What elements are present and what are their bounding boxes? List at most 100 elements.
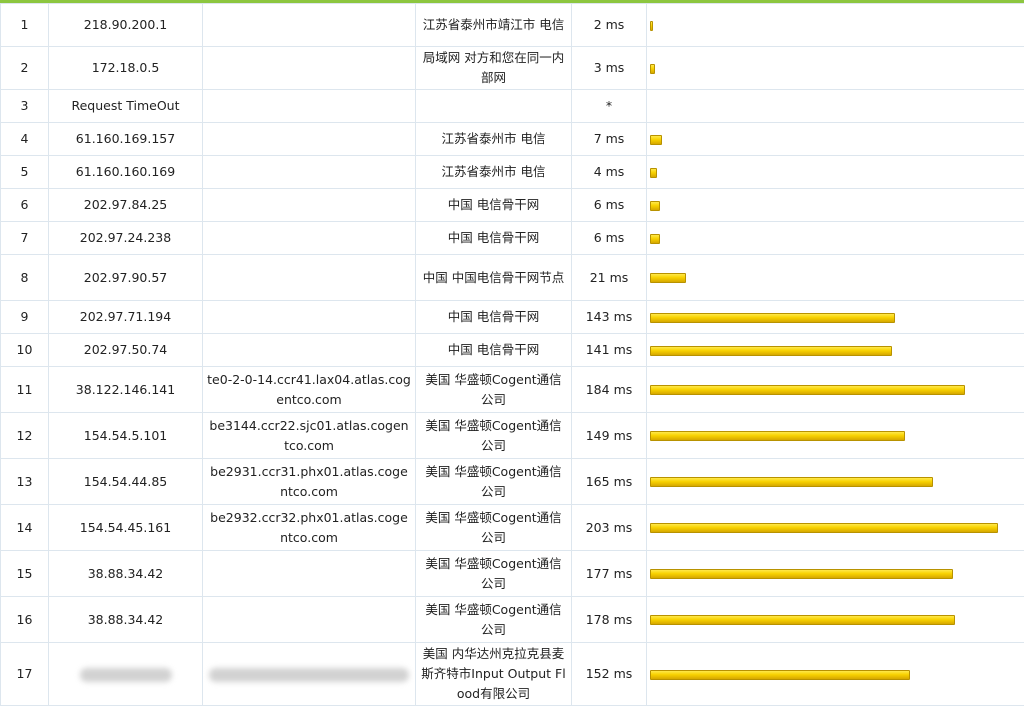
hop-number-cell: 2 (0, 46, 49, 90)
hostname-cell (202, 122, 416, 156)
hostname-cell (202, 46, 416, 90)
hop-number-cell: 12 (0, 412, 49, 459)
traceroute-table: 1 218.90.200.1 江苏省泰州市靖江市 电信 2 ms 2 172.18.0.5… (0, 3, 1024, 706)
location-cell: 美国 华盛顿Cogent通信公司 (415, 366, 572, 413)
ip-address-cell: 218.90.200.1 (48, 3, 203, 47)
latency-cell: 143 ms (571, 300, 647, 334)
latency-bar-cell (646, 122, 1024, 156)
location-cell: 中国 中国电信骨干网节点 (415, 254, 572, 301)
hostname-cell: be2931.ccr31.phx01.atlas.cogentco.com (202, 458, 416, 505)
table-row: 12 154.54.5.101 be3144.ccr22.sjc01.atlas.c… (0, 412, 1024, 459)
hostname-cell (202, 155, 416, 189)
table-row: 13 154.54.44.85 be2931.ccr31.phx01.atlas.c… (0, 458, 1024, 505)
hop-number-cell: 11 (0, 366, 49, 413)
ip-address-cell (48, 642, 203, 706)
latency-bar-cell (646, 3, 1024, 47)
latency-cell: 177 ms (571, 550, 647, 597)
location-cell: 美国 内华达州克拉克县麦斯齐特市Input Output Flood有限公司 (415, 642, 572, 706)
ip-address-cell: 172.18.0.5 (48, 46, 203, 90)
hop-number-cell: 10 (0, 333, 49, 367)
latency-bar-cell (646, 221, 1024, 255)
latency-bar-cell (646, 46, 1024, 90)
location-cell: 中国 电信骨干网 (415, 333, 572, 367)
location-cell: 美国 华盛顿Cogent通信公司 (415, 412, 572, 459)
latency-bar (650, 167, 657, 178)
table-row: 2 172.18.0.5 局域网 对方和您在同一内部网 3 ms (0, 46, 1024, 90)
table-row: 8 202.97.90.57 中国 中国电信骨干网节点 21 ms (0, 254, 1024, 301)
latency-bar-cell (646, 412, 1024, 459)
hop-number-cell: 6 (0, 188, 49, 222)
hostname-cell (202, 642, 416, 706)
latency-bar (650, 477, 933, 487)
location-cell: 江苏省泰州市靖江市 电信 (415, 3, 572, 47)
latency-bar (650, 20, 653, 31)
hostname-cell: te0-2-0-14.ccr41.lax04.atlas.cogentco.co… (202, 366, 416, 413)
latency-cell: 6 ms (571, 188, 647, 222)
hostname-cell (202, 333, 416, 367)
hostname-cell (202, 550, 416, 597)
latency-bar-cell (646, 300, 1024, 334)
hop-number-cell: 1 (0, 3, 49, 47)
latency-bar (650, 233, 660, 244)
hostname-cell (202, 596, 416, 643)
hop-number-cell: 3 (0, 89, 49, 123)
hop-number-cell: 16 (0, 596, 49, 643)
traceroute-rows: 1 218.90.200.1 江苏省泰州市靖江市 电信 2 ms 2 172.18.0.5… (0, 3, 1024, 706)
table-row: 6 202.97.84.25 中国 电信骨干网 6 ms (0, 188, 1024, 222)
latency-cell: 7 ms (571, 122, 647, 156)
latency-bar (650, 615, 955, 625)
latency-bar-cell (646, 458, 1024, 505)
table-row: 17 美国 内华达州克拉克县麦斯齐特市Input Output Flood有限公司… (0, 642, 1024, 706)
latency-bar-cell (646, 596, 1024, 643)
table-row: 14 154.54.45.161 be2932.ccr32.phx01.atlas.… (0, 504, 1024, 551)
latency-bar (650, 431, 905, 441)
latency-bar-cell (646, 550, 1024, 597)
hop-number-cell: 5 (0, 155, 49, 189)
latency-cell: 141 ms (571, 333, 647, 367)
hop-number-cell: 7 (0, 221, 49, 255)
location-cell: 美国 华盛顿Cogent通信公司 (415, 504, 572, 551)
latency-bar-cell (646, 642, 1024, 706)
ip-address-cell: 38.122.146.141 (48, 366, 203, 413)
table-row: 7 202.97.24.238 中国 电信骨干网 6 ms (0, 221, 1024, 255)
latency-bar (650, 345, 892, 356)
latency-cell: * (571, 89, 647, 123)
latency-bar (650, 273, 686, 283)
latency-cell: 152 ms (571, 642, 647, 706)
latency-bar-cell (646, 333, 1024, 367)
ip-address-cell: 202.97.90.57 (48, 254, 203, 301)
hostname-cell: be2932.ccr32.phx01.atlas.cogentco.com (202, 504, 416, 551)
table-row: 15 38.88.34.42 美国 华盛顿Cogent通信公司 177 ms (0, 550, 1024, 597)
latency-bar-cell (646, 155, 1024, 189)
location-cell: 中国 电信骨干网 (415, 221, 572, 255)
latency-bar (650, 385, 965, 395)
latency-cell: 2 ms (571, 3, 647, 47)
hop-number-cell: 14 (0, 504, 49, 551)
table-row: 5 61.160.160.169 江苏省泰州市 电信 4 ms (0, 155, 1024, 189)
latency-bar-cell (646, 366, 1024, 413)
location-cell: 美国 华盛顿Cogent通信公司 (415, 596, 572, 643)
ip-address-cell: 38.88.34.42 (48, 596, 203, 643)
location-cell: 美国 华盛顿Cogent通信公司 (415, 458, 572, 505)
latency-bar (650, 669, 910, 680)
hostname-cell (202, 3, 416, 47)
location-cell: 中国 电信骨干网 (415, 188, 572, 222)
ip-address-cell: 202.97.84.25 (48, 188, 203, 222)
hop-number-cell: 9 (0, 300, 49, 334)
table-row: 4 61.160.169.157 江苏省泰州市 电信 7 ms (0, 122, 1024, 156)
hop-number-cell: 4 (0, 122, 49, 156)
hostname-cell (202, 188, 416, 222)
location-cell (415, 89, 572, 123)
ip-address-cell: 61.160.160.169 (48, 155, 203, 189)
latency-bar (650, 200, 660, 211)
hop-number-cell: 17 (0, 642, 49, 706)
ip-address-cell: 154.54.45.161 (48, 504, 203, 551)
ip-address-cell: 202.97.71.194 (48, 300, 203, 334)
latency-bar (650, 569, 953, 579)
redacted-ip-blur (79, 667, 172, 682)
latency-cell: 178 ms (571, 596, 647, 643)
latency-cell: 165 ms (571, 458, 647, 505)
hostname-cell (202, 300, 416, 334)
hop-number-cell: 15 (0, 550, 49, 597)
latency-bar-cell (646, 254, 1024, 301)
